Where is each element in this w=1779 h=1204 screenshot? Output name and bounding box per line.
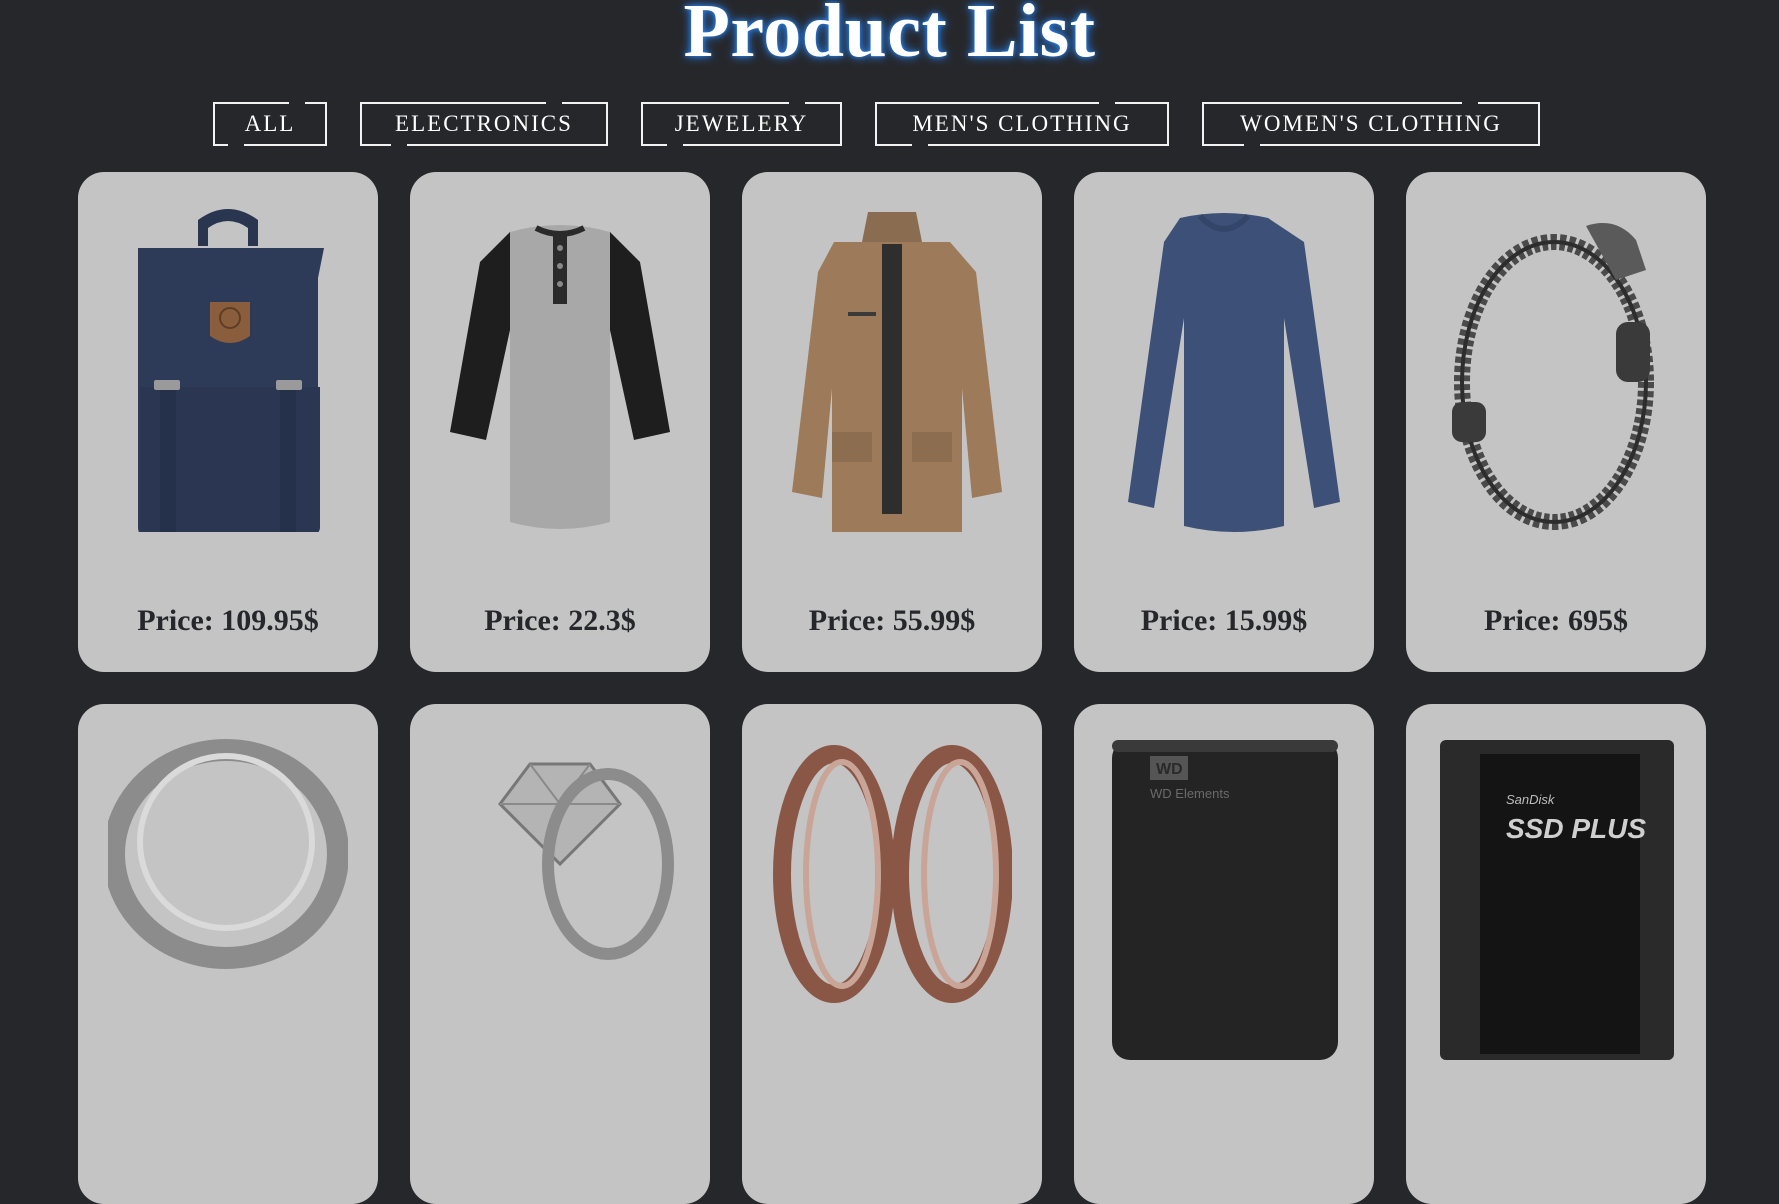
rose-gold-rings-image: [773, 745, 1012, 1003]
filter-all-button[interactable]: ALL: [213, 101, 327, 147]
backpack-image: [138, 209, 324, 532]
product-price: Price: 55.99$: [808, 604, 976, 637]
product-card[interactable]: WD WD Elements: [1074, 704, 1374, 1204]
filter-mens-clothing-button[interactable]: MEN'S CLOTHING: [875, 101, 1169, 147]
diamond-ring-image: [498, 762, 674, 960]
bracelet-image: [1452, 223, 1654, 530]
filter-womens-clothing-button[interactable]: WOMEN'S CLOTHING: [1202, 101, 1540, 147]
product-card[interactable]: [410, 704, 710, 1204]
product-card[interactable]: Price: 15.99$: [1074, 172, 1374, 672]
product-card[interactable]: [742, 704, 1042, 1204]
page-title: Product List: [683, 0, 1096, 73]
hard-drive-image: WD WD Elements: [1112, 740, 1338, 1060]
hdd-label: WD Elements: [1150, 786, 1230, 801]
product-card[interactable]: SanDisk SSD PLUS: [1406, 704, 1706, 1204]
product-card[interactable]: Price: 109.95$: [78, 172, 378, 672]
product-card[interactable]: [78, 704, 378, 1204]
product-price: Price: 15.99$: [1140, 604, 1308, 637]
product-price: Price: 22.3$: [484, 604, 636, 637]
filter-electronics-button[interactable]: ELECTRONICS: [360, 101, 608, 147]
silver-ring-image: [108, 739, 348, 969]
jacket-image: [792, 212, 1002, 532]
product-card[interactable]: Price: 55.99$: [742, 172, 1042, 672]
product-price: Price: 695$: [1483, 604, 1629, 637]
raglan-tshirt-image: [450, 225, 670, 529]
product-card[interactable]: Price: 695$: [1406, 172, 1706, 672]
long-sleeve-shirt-image: [1128, 213, 1340, 532]
ssd-label: SSD PLUS: [1506, 813, 1646, 844]
category-filter-bar: ALL ELECTRONICS JEWELERY MEN'S CLOTHING …: [213, 101, 1540, 148]
product-price: Price: 109.95$: [137, 604, 319, 637]
ssd-image: SanDisk SSD PLUS: [1440, 740, 1674, 1060]
filter-jewelery-button[interactable]: JEWELERY: [641, 101, 842, 147]
ssd-brand: SanDisk: [1506, 792, 1556, 807]
hdd-logo: WD: [1156, 761, 1183, 778]
product-card[interactable]: Price: 22.3$: [410, 172, 710, 672]
